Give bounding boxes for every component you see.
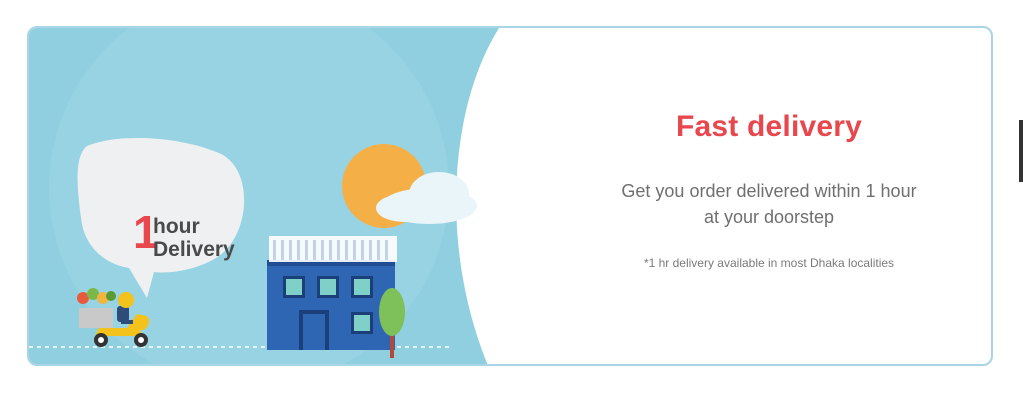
bubble-label: hour Delivery — [153, 215, 235, 261]
banner-title: Fast delivery — [675, 110, 863, 143]
building-icon — [267, 236, 397, 350]
delivery-note: *1 hr delivery available in most Dhaka l… — [643, 256, 895, 270]
subtitle-line2: at your doorstep — [703, 207, 835, 227]
banner-content: Fast delivery Get you order delivered wi… — [549, 28, 989, 364]
delivery-banner: 1 hour Delivery Fast delivery Get you or… — [27, 26, 993, 366]
bubble-label-line1: hour — [153, 215, 200, 238]
bubble-label-line2: Delivery — [153, 238, 235, 261]
edge-fragment — [1019, 120, 1023, 182]
banner-subtitle: Get you order delivered within 1 hour at… — [549, 178, 989, 230]
subtitle-line1: Get you order delivered within 1 hour — [621, 181, 917, 201]
